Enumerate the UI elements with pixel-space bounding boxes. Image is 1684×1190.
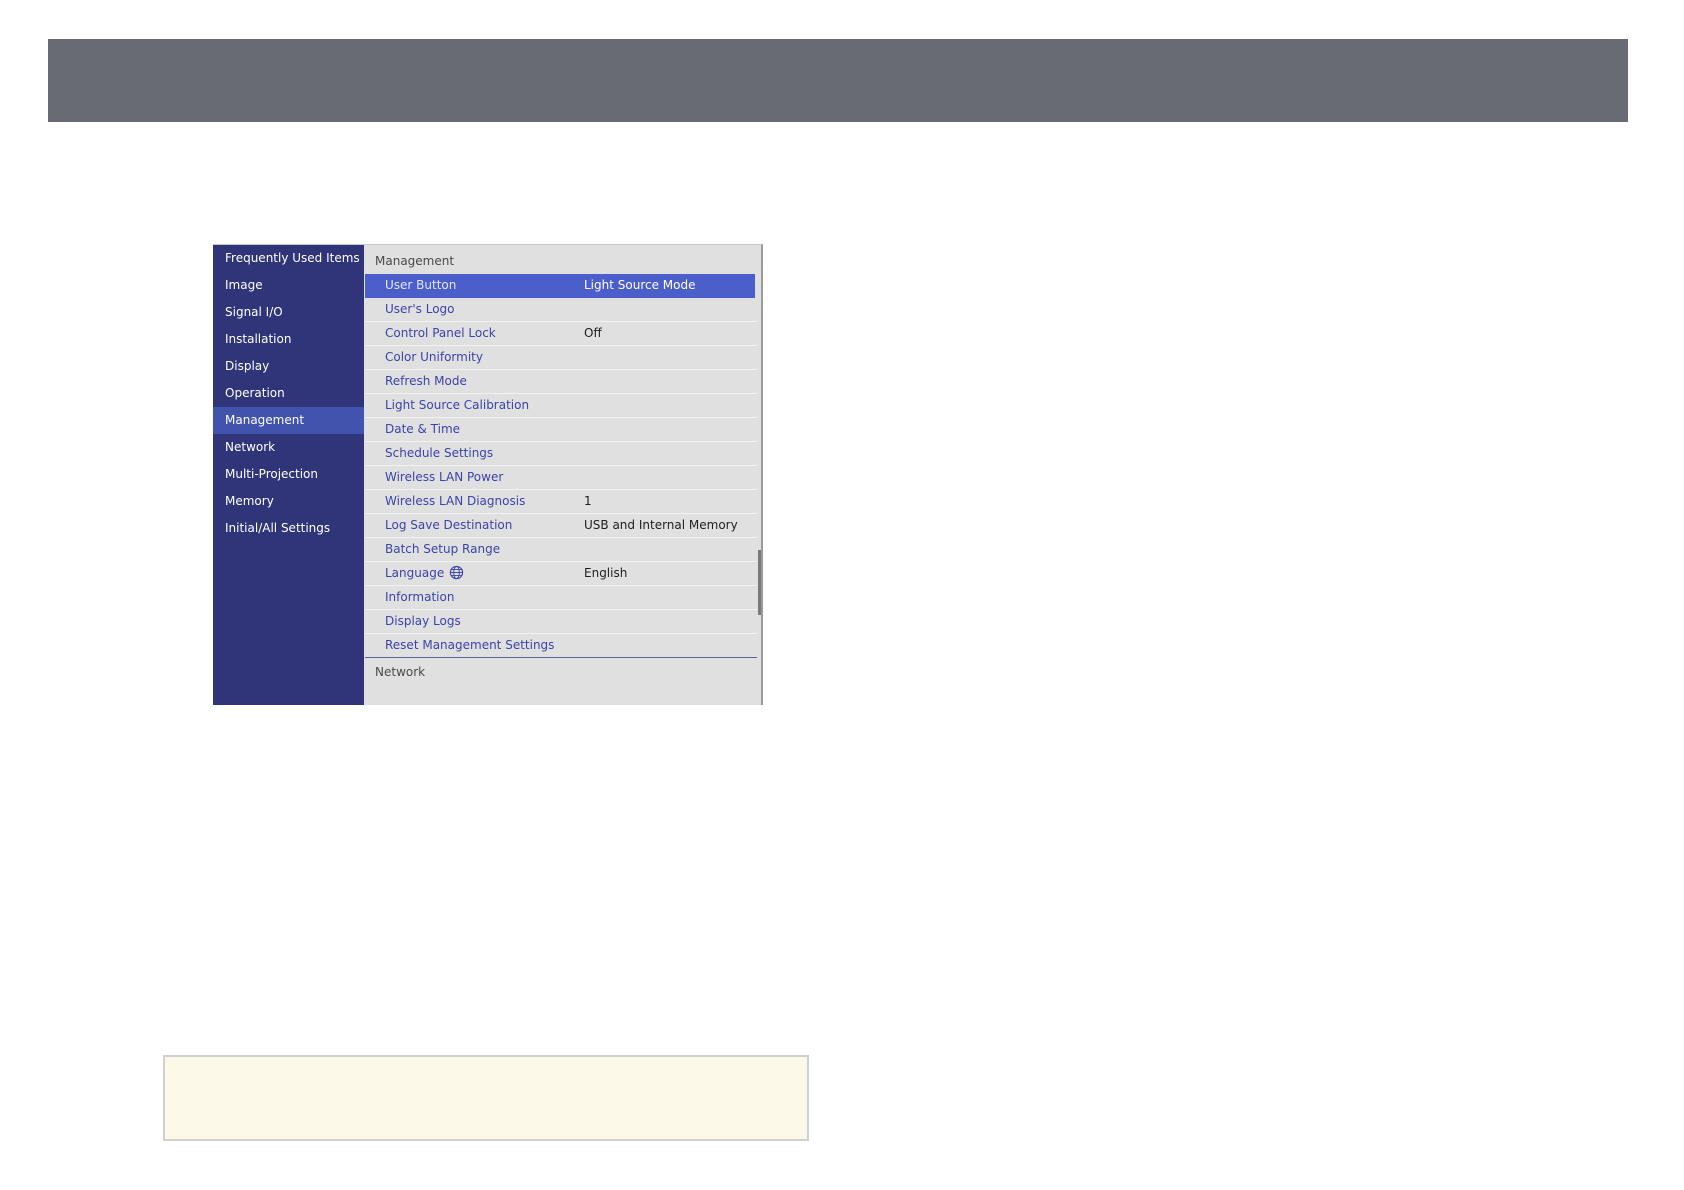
globe-icon (450, 565, 464, 580)
setting-label: Refresh Mode (385, 374, 467, 388)
setting-row-light-source-calibration[interactable]: Light Source Calibration (365, 394, 757, 418)
setting-label: Reset Management Settings (385, 638, 555, 652)
setting-row-language[interactable]: Language English (365, 562, 757, 586)
setting-label: Batch Setup Range (385, 542, 501, 556)
sidebar-item-installation[interactable]: Installation (213, 326, 364, 353)
setting-value: English (584, 566, 628, 580)
setting-label-text: Language (385, 566, 445, 580)
sidebar-item-operation[interactable]: Operation (213, 380, 364, 407)
setting-row-partially-visible[interactable] (365, 687, 757, 705)
setting-row-information[interactable]: Information (365, 586, 757, 610)
setting-label: Date & Time (385, 422, 461, 436)
setting-value: 1 (584, 494, 592, 508)
setting-label: Schedule Settings (385, 446, 494, 460)
section-title-management: Management (375, 254, 455, 268)
setting-row-batch-setup-range[interactable]: Batch Setup Range (365, 538, 757, 562)
sidebar-item-network[interactable]: Network (213, 434, 364, 461)
setting-row-wireless-lan-diagnosis[interactable]: Wireless LAN Diagnosis 1 (365, 490, 757, 514)
setting-row-wireless-lan-power[interactable]: Wireless LAN Power (365, 466, 757, 490)
setting-row-display-logs[interactable]: Display Logs (365, 610, 757, 634)
section-title-network: Network (375, 665, 426, 679)
setting-row-color-uniformity[interactable]: Color Uniformity (365, 346, 757, 370)
setting-label: Control Panel Lock (385, 326, 496, 340)
setting-label: Information (385, 590, 455, 604)
setting-label: Language (385, 562, 464, 585)
setting-label: Light Source Calibration (385, 398, 530, 412)
setting-value: Light Source Mode (584, 278, 696, 292)
setting-label: Wireless LAN Diagnosis (385, 494, 526, 508)
sidebar-item-frequently-used-items[interactable]: Frequently Used Items (213, 245, 364, 272)
setting-value: USB and Internal Memory (584, 518, 738, 532)
sidebar-item-image[interactable]: Image (213, 272, 364, 299)
setting-row-users-logo[interactable]: User's Logo (365, 298, 757, 322)
top-banner (48, 39, 1628, 122)
sidebar-item-multi-projection[interactable]: Multi-Projection (213, 461, 364, 488)
setting-label: Log Save Destination (385, 518, 513, 532)
setting-label: Display Logs (385, 614, 461, 628)
setting-label: Color Uniformity (385, 350, 483, 364)
setting-value: Off (584, 326, 602, 340)
sidebar-item-management[interactable]: Management (213, 407, 364, 434)
sidebar-item-signal-io[interactable]: Signal I/O (213, 299, 364, 326)
scrollbar-thumb[interactable] (758, 550, 761, 615)
setting-row-control-panel-lock[interactable]: Control Panel Lock Off (365, 322, 757, 346)
setting-row-schedule-settings[interactable]: Schedule Settings (365, 442, 757, 466)
setting-row-reset-management-settings[interactable]: Reset Management Settings (365, 634, 757, 657)
sidebar-item-display[interactable]: Display (213, 353, 364, 380)
sidebar-item-initial-all-settings[interactable]: Initial/All Settings (213, 515, 364, 542)
setting-row-date-time[interactable]: Date & Time (365, 418, 757, 442)
menu-sidebar: Frequently Used Items Image Signal I/O I… (213, 245, 364, 705)
settings-panel: Management User Button Light Source Mode… (365, 245, 757, 705)
setting-row-log-save-destination[interactable]: Log Save Destination USB and Internal Me… (365, 514, 757, 538)
setting-label: User Button (385, 278, 457, 292)
projector-menu-screenshot: Frequently Used Items Image Signal I/O I… (213, 244, 763, 705)
sidebar-item-memory[interactable]: Memory (213, 488, 364, 515)
setting-row-user-button[interactable]: User Button Light Source Mode (365, 274, 755, 298)
setting-label: User's Logo (385, 302, 455, 316)
setting-label: Wireless LAN Power (385, 470, 504, 484)
setting-row-refresh-mode[interactable]: Refresh Mode (365, 370, 757, 394)
note-box (163, 1055, 809, 1141)
